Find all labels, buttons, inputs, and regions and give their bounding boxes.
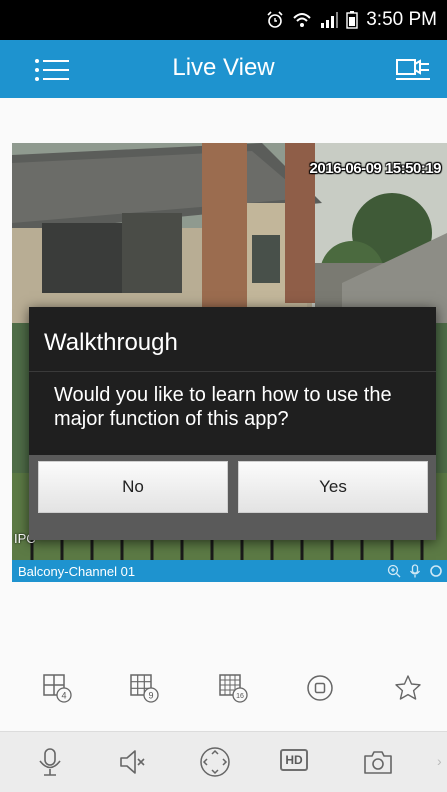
- ptz-button[interactable]: [199, 746, 231, 778]
- record-icon[interactable]: [429, 564, 443, 578]
- page-title: Live View: [172, 54, 275, 81]
- grid-9-label: 9: [148, 691, 153, 701]
- control-bar: HD ›: [0, 731, 447, 792]
- app-bar: Live View: [0, 40, 447, 98]
- status-time: 3:50 PM: [366, 9, 437, 30]
- ptz-icon: [200, 747, 230, 777]
- alarm-icon: [267, 11, 283, 28]
- device-list-icon: [396, 59, 430, 80]
- favorite-button[interactable]: [393, 673, 423, 703]
- zoom-icon[interactable]: [387, 564, 401, 578]
- camera-icon: [364, 751, 392, 774]
- stop-all-button[interactable]: [305, 673, 335, 703]
- walkthrough-dialog: Walkthrough Would you like to learn how …: [29, 307, 436, 540]
- grid-16-icon: 16: [219, 674, 248, 703]
- status-icons: [266, 11, 358, 29]
- layout-9-button[interactable]: 9: [129, 673, 159, 703]
- stop-icon: [307, 675, 333, 701]
- grid-9-icon: 9: [130, 674, 159, 703]
- channel-bar: Balcony-Channel 01: [12, 560, 447, 582]
- dialog-message: Would you like to learn how to use the m…: [54, 384, 392, 430]
- layout-4-button[interactable]: 4: [42, 673, 72, 703]
- battery-icon: [346, 11, 358, 29]
- channel-name: Balcony-Channel 01: [18, 563, 136, 579]
- wifi-icon: [293, 13, 311, 27]
- channel-icons: [387, 564, 443, 578]
- mic-icon[interactable]: [409, 564, 421, 578]
- signal-icon: [321, 12, 339, 28]
- layout-toolbar: 4 9 16: [0, 665, 447, 711]
- more-controls-arrow[interactable]: ›: [437, 753, 442, 769]
- yes-button[interactable]: Yes: [238, 461, 428, 513]
- device-list-button[interactable]: [396, 57, 430, 83]
- star-icon: [395, 675, 421, 700]
- dialog-divider: [29, 371, 436, 372]
- no-button[interactable]: No: [38, 461, 228, 513]
- video-timestamp: 2016-06-09 15:50:19: [309, 160, 442, 177]
- dialog-button-bar: No Yes: [29, 455, 436, 540]
- snapshot-button[interactable]: [362, 746, 394, 778]
- grid-4-label: 4: [61, 691, 66, 701]
- talk-button[interactable]: [34, 746, 66, 778]
- sound-button[interactable]: [117, 746, 149, 778]
- layout-16-button[interactable]: 16: [218, 673, 248, 703]
- microphone-icon: [39, 748, 61, 776]
- grid-16-label: 16: [236, 693, 244, 700]
- hd-button[interactable]: HD: [280, 749, 308, 771]
- dialog-title: Walkthrough: [44, 329, 178, 356]
- status-bar: 3:50 PM: [0, 0, 447, 40]
- mute-icon: [120, 750, 145, 774]
- grid-4-icon: 4: [43, 674, 72, 703]
